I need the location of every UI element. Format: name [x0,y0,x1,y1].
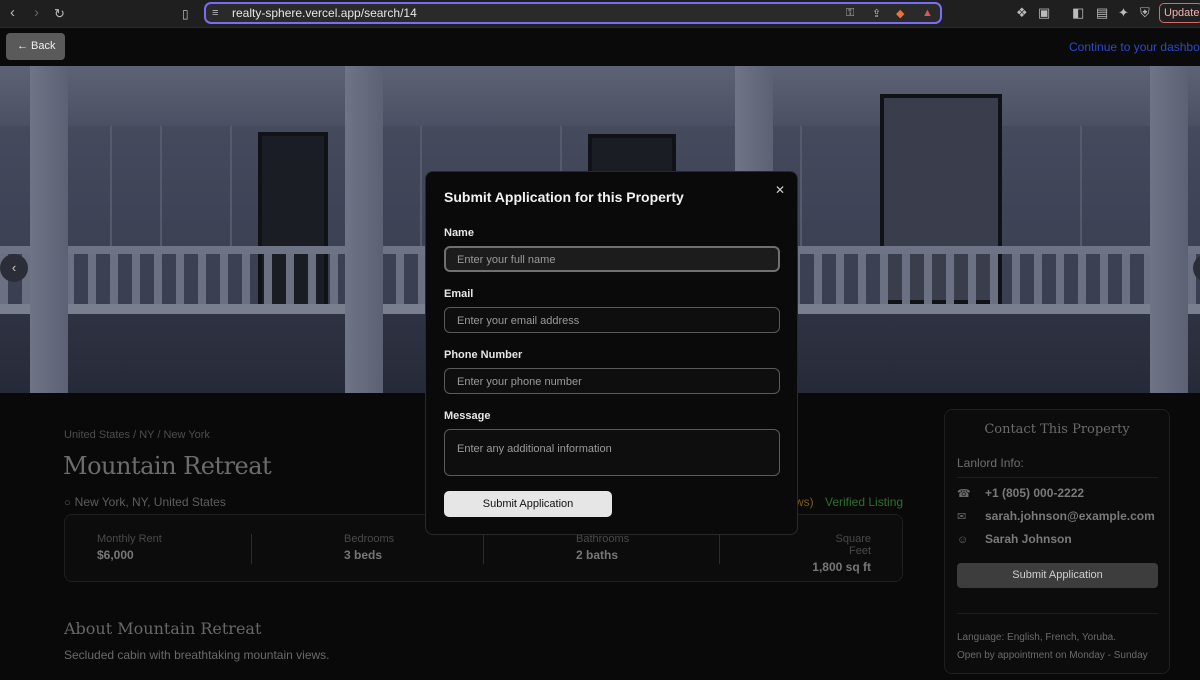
location-text: New York, NY, United States [74,495,226,509]
back-button[interactable]: ← Back [6,33,65,60]
about-title: About Mountain Retreat [64,619,262,638]
rewards-icon[interactable]: ▲ [922,7,933,19]
key-icon[interactable]: ⚿ [846,7,854,20]
stat-bathrooms: Bathrooms 2 baths [576,533,630,562]
phone-icon: ☎ [957,488,971,500]
vpn-icon[interactable]: ⛨ [1140,5,1150,21]
browser-toolbar: ‹ › ↻ ▯ ≡ realty-sphere.vercel.app/searc… [0,0,1200,28]
hours-text: Open by appointment on Monday - Sunday [957,650,1148,661]
extensions-icon[interactable]: ❖ [1016,5,1028,21]
reader-icon[interactable]: ▣ [1038,5,1050,21]
submit-application-button[interactable]: Submit Application [444,491,612,517]
property-title: Mountain Retreat [63,452,272,480]
property-location: ○ New York, NY, United States [64,495,226,509]
contact-email[interactable]: ✉ sarah.johnson@example.com [957,509,1155,523]
url-text: realty-sphere.vercel.app/search/14 [232,6,417,20]
close-icon[interactable]: ✕ [775,183,785,197]
user-icon: ☺ [957,534,969,546]
email-input[interactable]: Enter your email address [444,307,780,333]
message-label: Message [444,410,491,422]
application-modal: Submit Application for this Property ✕ N… [425,171,798,535]
stat-bedrooms: Bedrooms 3 beds [344,533,395,562]
phone-label: Phone Number [444,349,523,361]
verified-badge: Verified Listing [825,495,904,509]
landlord-info-label: Lanlord Info: [957,456,1024,470]
email-label: Email [444,288,474,300]
carousel-prev-button[interactable]: ‹ [0,254,28,282]
modal-title: Submit Application for this Property [444,189,684,205]
top-navigation: ← Back Continue to your dashbo [0,28,1200,66]
share-icon[interactable]: ⇪ [872,7,881,20]
contact-availability: Language: English, French, Yoruba. Open … [957,629,1148,665]
stat-rent: Monthly Rent $6,000 [97,533,162,562]
stat-square-feet: Square Feet 1,800 sq ft [812,533,871,574]
contact-submit-application-button[interactable]: Submit Application [957,563,1158,588]
leo-ai-icon[interactable]: ✦ [1118,5,1129,21]
mail-icon: ✉ [957,511,967,523]
address-bar[interactable]: ≡ realty-sphere.vercel.app/search/14 ⚿ ⇪… [204,2,942,24]
breadcrumb: United States / NY / New York [64,429,210,441]
back-arrow-icon[interactable]: ‹ [10,4,15,21]
contact-title: Contact This Property [984,422,1130,437]
sidebar-icon[interactable]: ◧ [1072,5,1084,21]
brave-shield-icon[interactable]: ◆ [896,7,904,20]
dashboard-link[interactable]: Continue to your dashbo [1069,40,1200,54]
update-button[interactable]: Update [1159,3,1200,23]
phone-input[interactable]: Enter your phone number [444,368,780,394]
site-settings-icon[interactable]: ≡ [212,7,218,19]
contact-card: Contact This Property Lanlord Info: ☎ +1 … [944,409,1170,674]
name-input[interactable]: Enter your full name [444,246,780,272]
contact-name: ☺ Sarah Johnson [957,532,1072,546]
reload-icon[interactable]: ↻ [54,6,65,22]
location-pin-icon: ○ [64,497,71,509]
bookmark-icon[interactable]: ▯ [182,7,189,21]
about-text: Secluded cabin with breathtaking mountai… [64,648,330,662]
message-textarea[interactable]: Enter any additional information [444,429,780,476]
forward-arrow-icon[interactable]: › [34,4,39,21]
wallet-icon[interactable]: ▤ [1096,5,1108,21]
name-label: Name [444,227,474,239]
contact-phone[interactable]: ☎ +1 (805) 000-2222 [957,486,1084,500]
languages-text: Language: English, French, Yoruba. [957,632,1117,643]
